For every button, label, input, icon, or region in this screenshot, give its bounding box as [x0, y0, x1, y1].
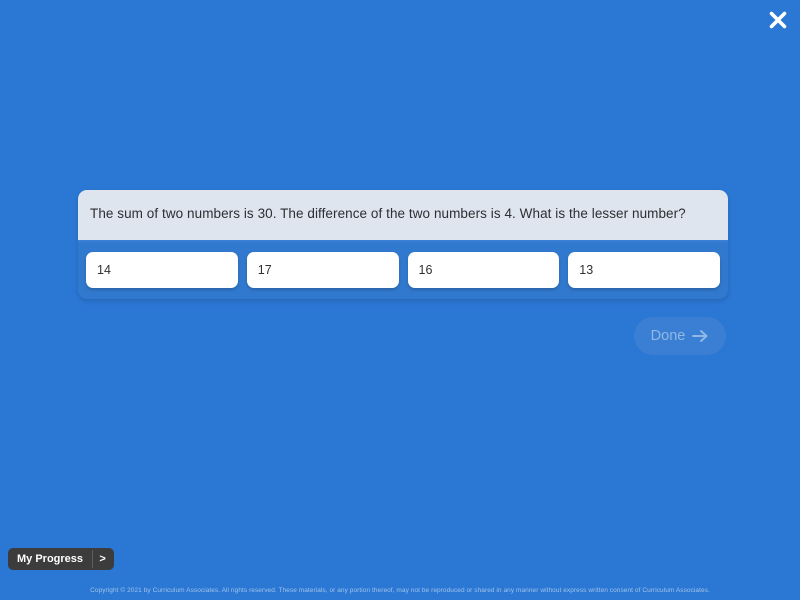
close-button[interactable] — [762, 4, 794, 36]
answer-option-2[interactable]: 17 — [246, 251, 399, 288]
copyright-text: Copyright © 2021 by Curriculum Associate… — [90, 587, 710, 595]
answer-option-1[interactable]: 14 — [86, 251, 238, 288]
arrow-right-icon — [692, 329, 709, 343]
question-text: The sum of two numbers is 30. The differ… — [90, 206, 686, 221]
answer-option-label: 14 — [97, 262, 111, 277]
answer-options: 14 17 16 13 — [78, 242, 728, 299]
my-progress-expand-button[interactable]: > — [92, 550, 113, 568]
my-progress-button[interactable]: My Progress — [10, 550, 91, 568]
answer-option-label: 17 — [257, 262, 272, 277]
answer-option-4[interactable]: 13 — [568, 251, 720, 288]
answer-option-label: 13 — [579, 262, 594, 277]
question-card: The sum of two numbers is 30. The differ… — [78, 190, 728, 299]
close-icon — [767, 9, 789, 31]
answer-option-3[interactable]: 16 — [407, 251, 560, 288]
question-panel: The sum of two numbers is 30. The differ… — [78, 190, 728, 242]
answer-option-label: 16 — [418, 262, 433, 277]
done-button[interactable]: Done — [634, 317, 726, 355]
done-button-label: Done — [650, 327, 686, 344]
my-progress-bar: My Progress > — [8, 548, 115, 570]
